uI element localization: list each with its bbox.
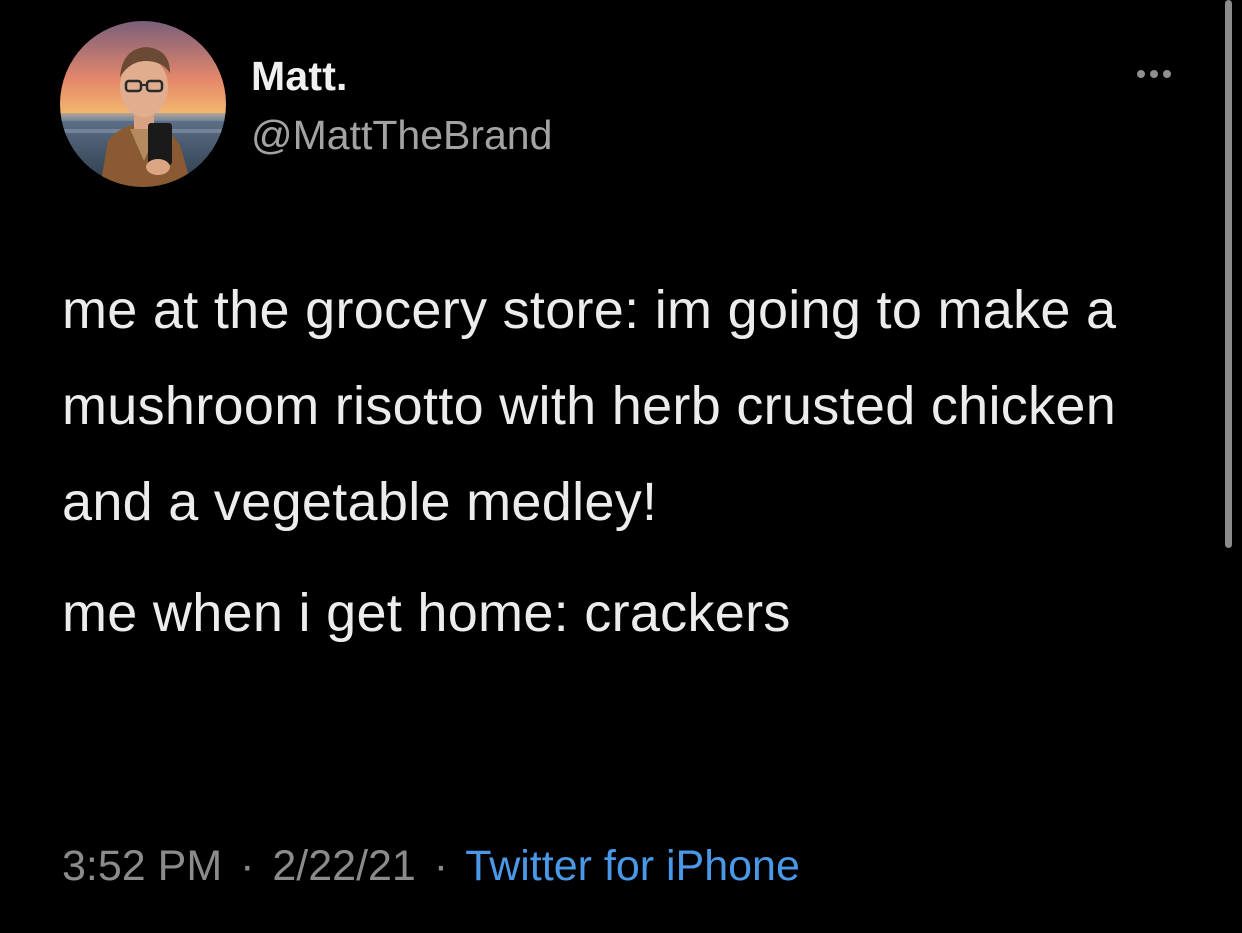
tweet: Matt. @MattTheBrand me at the grocery st… bbox=[0, 0, 1242, 933]
tweet-paragraph: me at the grocery store: im going to mak… bbox=[62, 280, 1117, 532]
scrollbar[interactable] bbox=[1225, 0, 1232, 548]
separator: · bbox=[433, 842, 449, 890]
tweet-date: 2/22/21 bbox=[272, 842, 416, 890]
avatar-photo-icon bbox=[60, 21, 226, 187]
tweet-meta: 3:52 PM · 2/22/21 · Twitter for iPhone bbox=[62, 838, 800, 894]
avatar[interactable] bbox=[60, 21, 226, 187]
tweet-paragraph: me when i get home: crackers bbox=[62, 583, 791, 643]
tweet-source-link[interactable]: Twitter for iPhone bbox=[465, 842, 800, 890]
separator: · bbox=[240, 842, 255, 890]
author-handle[interactable]: @MattTheBrand bbox=[251, 111, 552, 159]
dot bbox=[1150, 70, 1158, 78]
tweet-time: 3:52 PM bbox=[62, 842, 223, 890]
dot bbox=[1137, 70, 1145, 78]
author-display-name[interactable]: Matt. bbox=[251, 52, 348, 100]
tweet-text: me at the grocery store: im going to mak… bbox=[62, 262, 1182, 661]
dot bbox=[1163, 70, 1171, 78]
more-options-icon[interactable] bbox=[1128, 62, 1180, 86]
